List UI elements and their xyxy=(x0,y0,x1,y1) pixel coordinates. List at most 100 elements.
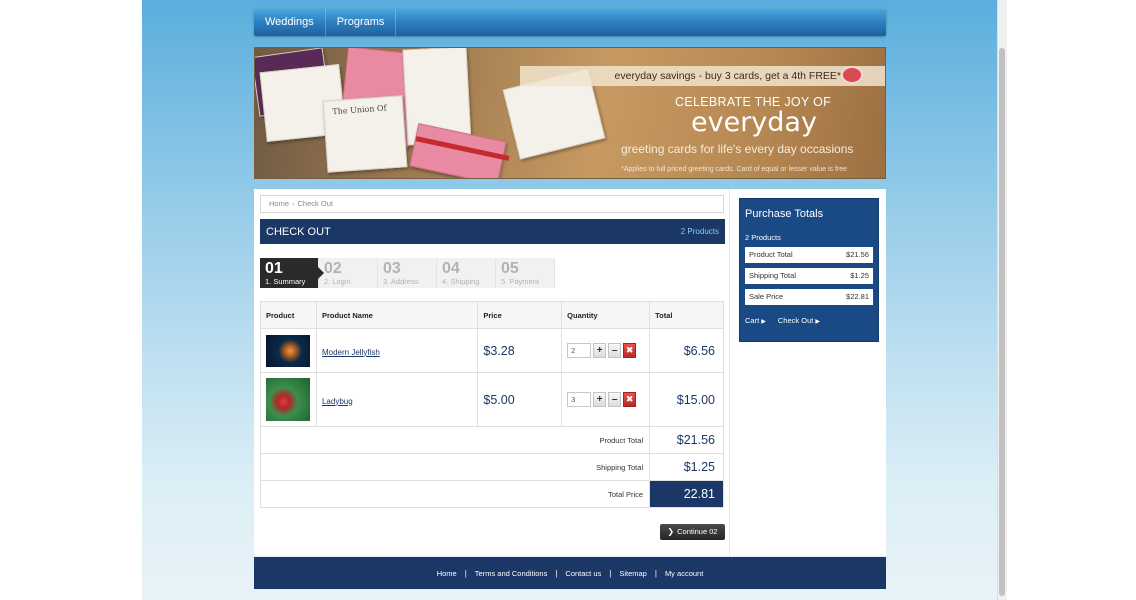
total-price-label: Total Price xyxy=(259,480,651,508)
quantity-controls: + – ✖ xyxy=(567,343,649,358)
summary-row-shipping-total: Shipping Total $1.25 xyxy=(259,453,724,481)
product-image-cell xyxy=(260,328,317,373)
decrease-quantity-button[interactable]: – xyxy=(608,392,622,407)
top-nav: Weddings Programs xyxy=(254,9,886,36)
summary-row-total-price: Total Price 22.81 xyxy=(259,480,724,508)
scrollbar-thumb[interactable] xyxy=(999,48,1005,596)
quantity-input[interactable] xyxy=(567,392,592,407)
quantity-controls: + – ✖ xyxy=(567,392,649,407)
col-header-total: Total xyxy=(649,301,724,329)
product-thumbnail[interactable] xyxy=(266,378,310,421)
arrow-right-icon: ▶ xyxy=(761,319,766,325)
column-divider xyxy=(729,189,730,556)
line-total: $15.00 xyxy=(649,372,724,427)
checkout-link-label: Check Out xyxy=(777,316,814,325)
cart-table: Product Product Name Price Quantity Tota… xyxy=(259,301,724,508)
quantity-input[interactable] xyxy=(567,343,592,358)
step-label: 2. Login xyxy=(324,277,351,286)
decrease-quantity-button[interactable]: – xyxy=(608,343,622,358)
checkout-link[interactable]: Check Out ▶ xyxy=(778,316,820,325)
step-label: 1. Summary xyxy=(265,277,306,286)
shipping-total-label: Shipping Total xyxy=(259,453,651,481)
quantity-cell: + – ✖ xyxy=(561,328,651,373)
step-payment[interactable]: 05 5. Payment xyxy=(496,258,555,288)
cart-link-label: Cart xyxy=(745,316,760,325)
step-label: 3. Address xyxy=(383,277,419,286)
arrow-right-icon: ▶ xyxy=(815,319,821,325)
sidebar-row-sale-price: Sale Price $22.81 xyxy=(745,289,873,305)
remove-item-button[interactable]: ✖ xyxy=(623,392,637,407)
step-number: 02 xyxy=(324,260,342,277)
breadcrumb-home[interactable]: Home xyxy=(269,199,289,208)
site-footer: Home | Terms and Conditions | Contact us… xyxy=(254,557,886,589)
product-total-value: $21.56 xyxy=(649,426,724,454)
promo-banner[interactable]: The Union Of everyday savings - buy 3 ca… xyxy=(254,47,886,179)
step-address[interactable]: 03 3. Address xyxy=(378,258,437,288)
sidebar-row-shipping-total: Shipping Total $1.25 xyxy=(745,268,873,284)
step-login[interactable]: 02 2. Login xyxy=(319,258,378,288)
breadcrumb-separator: › xyxy=(292,199,295,208)
table-row: Modern Jellyfish $3.28 + – ✖ $6.56 xyxy=(260,328,724,373)
banner-savings-text: everyday savings - buy 3 cards, get a 4t… xyxy=(614,70,841,82)
footer-link-contact[interactable]: Contact us xyxy=(557,569,609,578)
purchase-totals-panel: Purchase Totals 2 Products Product Total… xyxy=(739,198,879,342)
product-thumbnail[interactable] xyxy=(266,334,310,367)
product-name-link[interactable]: Ladybug xyxy=(317,397,353,406)
shipping-total-value: $1.25 xyxy=(649,453,724,481)
step-number: 03 xyxy=(383,260,401,277)
footer-link-home[interactable]: Home xyxy=(429,569,465,578)
col-header-quantity: Quantity xyxy=(561,301,651,329)
banner-card-envelope xyxy=(409,123,507,178)
footer-link-account[interactable]: My account xyxy=(657,569,711,578)
sidebar-product-count: 2 Products xyxy=(745,233,781,242)
col-header-price: Price xyxy=(477,301,563,329)
footer-link-sitemap[interactable]: Sitemap xyxy=(611,569,655,578)
sidebar-row-label: Shipping Total xyxy=(749,271,796,280)
banner-card-union: The Union Of xyxy=(322,95,408,173)
sidebar-row-label: Product Total xyxy=(749,250,793,259)
sidebar-row-value: $22.81 xyxy=(846,292,869,301)
increase-quantity-button[interactable]: + xyxy=(593,343,607,358)
step-label: 4. Shipping xyxy=(442,277,480,286)
line-total: $6.56 xyxy=(649,328,724,373)
continue-button[interactable]: ❯ Continue 02 xyxy=(660,524,725,540)
step-shipping[interactable]: 04 4. Shipping xyxy=(437,258,496,288)
table-row: Ladybug $5.00 + – ✖ $15.00 xyxy=(260,372,724,427)
remove-item-button[interactable]: ✖ xyxy=(623,343,637,358)
continue-button-label: Continue 02 xyxy=(677,527,718,536)
product-count-link[interactable]: 2 Products xyxy=(681,227,719,236)
col-header-name: Product Name xyxy=(315,301,479,329)
banner-note-text: *Applies to full priced greeting cards. … xyxy=(621,166,848,173)
sidebar-links: Cart ▶ Check Out ▶ xyxy=(745,316,873,325)
quantity-cell: + – ✖ xyxy=(561,372,651,427)
sidebar-row-value: $1.25 xyxy=(850,271,869,280)
product-name-link[interactable]: Modern Jellyfish xyxy=(317,348,380,357)
checkout-steps: 01 1. Summary 02 2. Login 03 3. Address … xyxy=(260,258,555,288)
sidebar-row-label: Sale Price xyxy=(749,292,784,301)
step-label: 5. Payment xyxy=(501,277,539,286)
step-number: 05 xyxy=(501,260,519,277)
nav-item-programs[interactable]: Programs xyxy=(326,9,397,36)
col-header-product: Product xyxy=(260,301,317,329)
flower-icon xyxy=(841,66,863,84)
sidebar-row-product-total: Product Total $21.56 xyxy=(745,247,873,263)
footer-link-terms[interactable]: Terms and Conditions xyxy=(467,569,556,578)
product-image-cell xyxy=(260,372,317,427)
breadcrumb: Home › Check Out xyxy=(260,195,724,213)
banner-card-caption: The Union Of xyxy=(332,103,387,117)
page-title: CHECK OUT xyxy=(266,225,331,238)
nav-item-weddings[interactable]: Weddings xyxy=(254,9,326,36)
product-price: $5.00 xyxy=(477,372,563,427)
banner-greeting-text: greeting cards for life's every day occa… xyxy=(621,142,854,156)
cart-link[interactable]: Cart ▶ xyxy=(745,316,766,325)
table-header-row: Product Product Name Price Quantity Tota… xyxy=(260,301,724,329)
product-total-label: Product Total xyxy=(259,426,651,454)
increase-quantity-button[interactable]: + xyxy=(593,392,607,407)
product-price: $3.28 xyxy=(477,328,563,373)
step-number: 01 xyxy=(265,260,283,277)
step-summary[interactable]: 01 1. Summary xyxy=(260,258,324,288)
banner-everyday-text: everyday xyxy=(691,107,817,138)
step-number: 04 xyxy=(442,260,460,277)
sidebar-title: Purchase Totals xyxy=(745,208,824,220)
checkout-header: CHECK OUT 2 Products xyxy=(260,219,725,244)
